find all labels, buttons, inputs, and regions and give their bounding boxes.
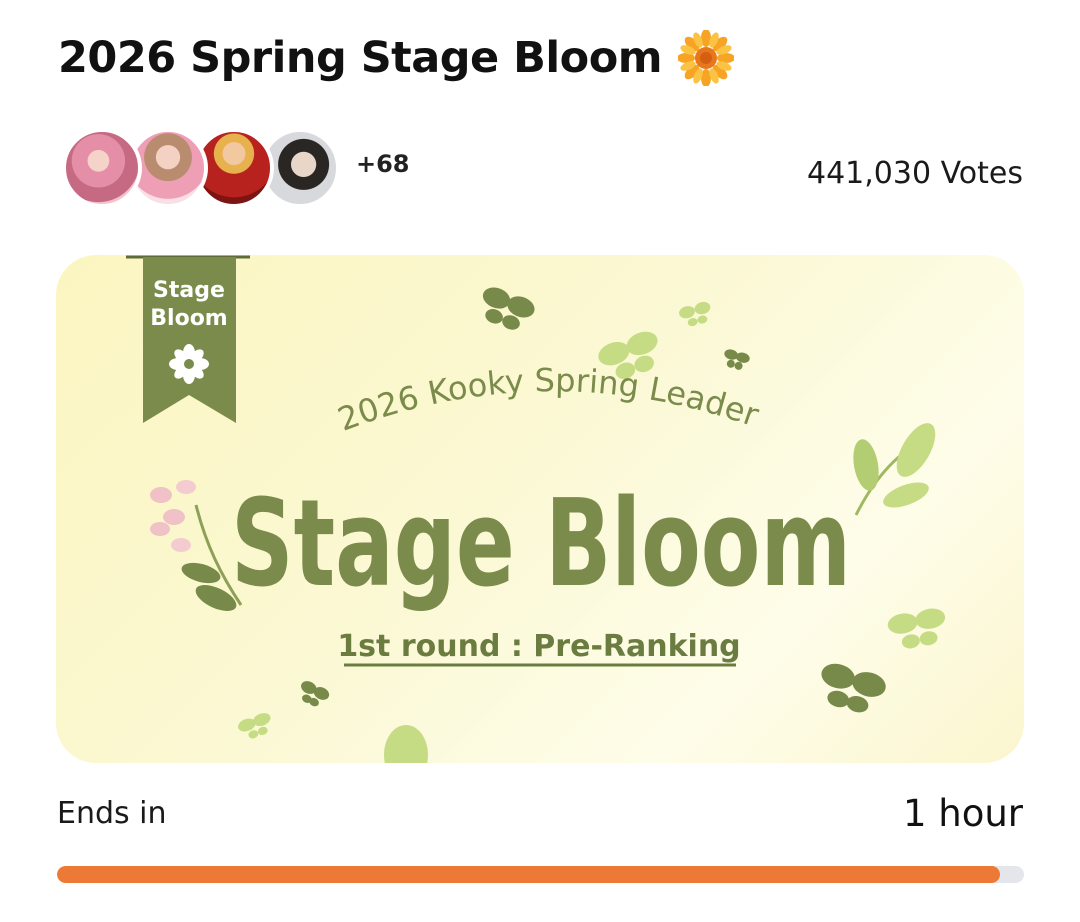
flower-branch-left (150, 480, 243, 611)
participant-avatar-1[interactable] (62, 128, 142, 208)
leaf-decoration (384, 725, 428, 763)
banner-round: 1st round : Pre-Ranking (337, 629, 740, 664)
sunflower-icon (677, 29, 736, 87)
banner-headline: Stage Bloom (231, 475, 851, 614)
butterfly-icon (301, 681, 330, 707)
ends-in-value: 1 hour (902, 792, 1023, 835)
butterfly-icon (238, 713, 271, 739)
ribbon-line2: Bloom (150, 306, 227, 331)
butterfly-icon (679, 301, 711, 327)
participant-avatars[interactable]: +68 (62, 128, 410, 208)
butterfly-icon (887, 608, 946, 649)
page-title: 2026 Spring Stage Bloom (58, 33, 663, 83)
banner-subtitle: 2026 Kooky Spring Leader (333, 361, 765, 438)
butterfly-icon (821, 663, 886, 713)
more-participants-count[interactable]: +68 (356, 150, 410, 178)
banner-subtitle-text: 2026 Kooky Spring Leader (333, 361, 765, 438)
votes-count: 441,030 Votes (807, 156, 1023, 191)
time-progress-fill (57, 866, 1000, 883)
butterfly-icon (724, 349, 750, 370)
event-banner[interactable]: Stage Bloom 2026 Kooky Spring Leader Sta… (56, 255, 1024, 763)
butterfly-icon (482, 287, 535, 330)
time-progress-bar (57, 866, 1024, 883)
title-row: 2026 Spring Stage Bloom (58, 29, 736, 87)
stage-bloom-ribbon: Stage Bloom (126, 255, 250, 423)
banner-artwork: Stage Bloom 2026 Kooky Spring Leader Sta… (126, 255, 946, 763)
ribbon-line1: Stage (153, 278, 225, 303)
leaf-branch-right (853, 423, 936, 516)
ends-in-label: Ends in (57, 796, 167, 831)
